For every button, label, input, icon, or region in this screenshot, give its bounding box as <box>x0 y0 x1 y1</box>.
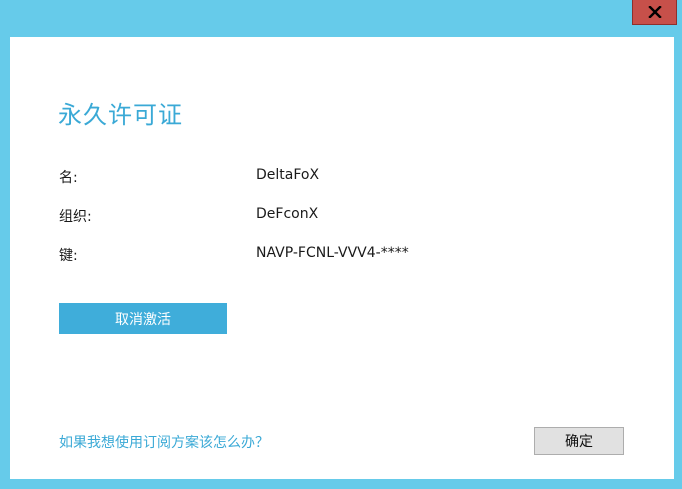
dialog-content: 永久许可证 名: DeltaFoX 组织: DeFconX 键: NAVP-FC… <box>10 37 674 479</box>
organization-label: 组织: <box>59 209 92 225</box>
deactivate-button[interactable]: 取消激活 <box>59 303 227 334</box>
name-value: DeltaFoX <box>256 167 320 183</box>
ok-button[interactable]: 确定 <box>534 427 624 455</box>
name-label: 名: <box>59 170 78 186</box>
close-icon <box>647 6 662 18</box>
page-title: 永久许可证 <box>58 101 183 129</box>
key-value: NAVP-FCNL-VVV4-**** <box>256 245 409 261</box>
dialog-window: 永久许可证 名: DeltaFoX 组织: DeFconX 键: NAVP-FC… <box>0 0 682 489</box>
subscription-help-link[interactable]: 如果我想使用订阅方案该怎么办？ <box>59 432 269 452</box>
key-label: 键: <box>59 248 78 264</box>
organization-value: DeFconX <box>256 206 319 222</box>
close-button[interactable] <box>632 0 677 25</box>
title-bar[interactable] <box>0 0 682 37</box>
